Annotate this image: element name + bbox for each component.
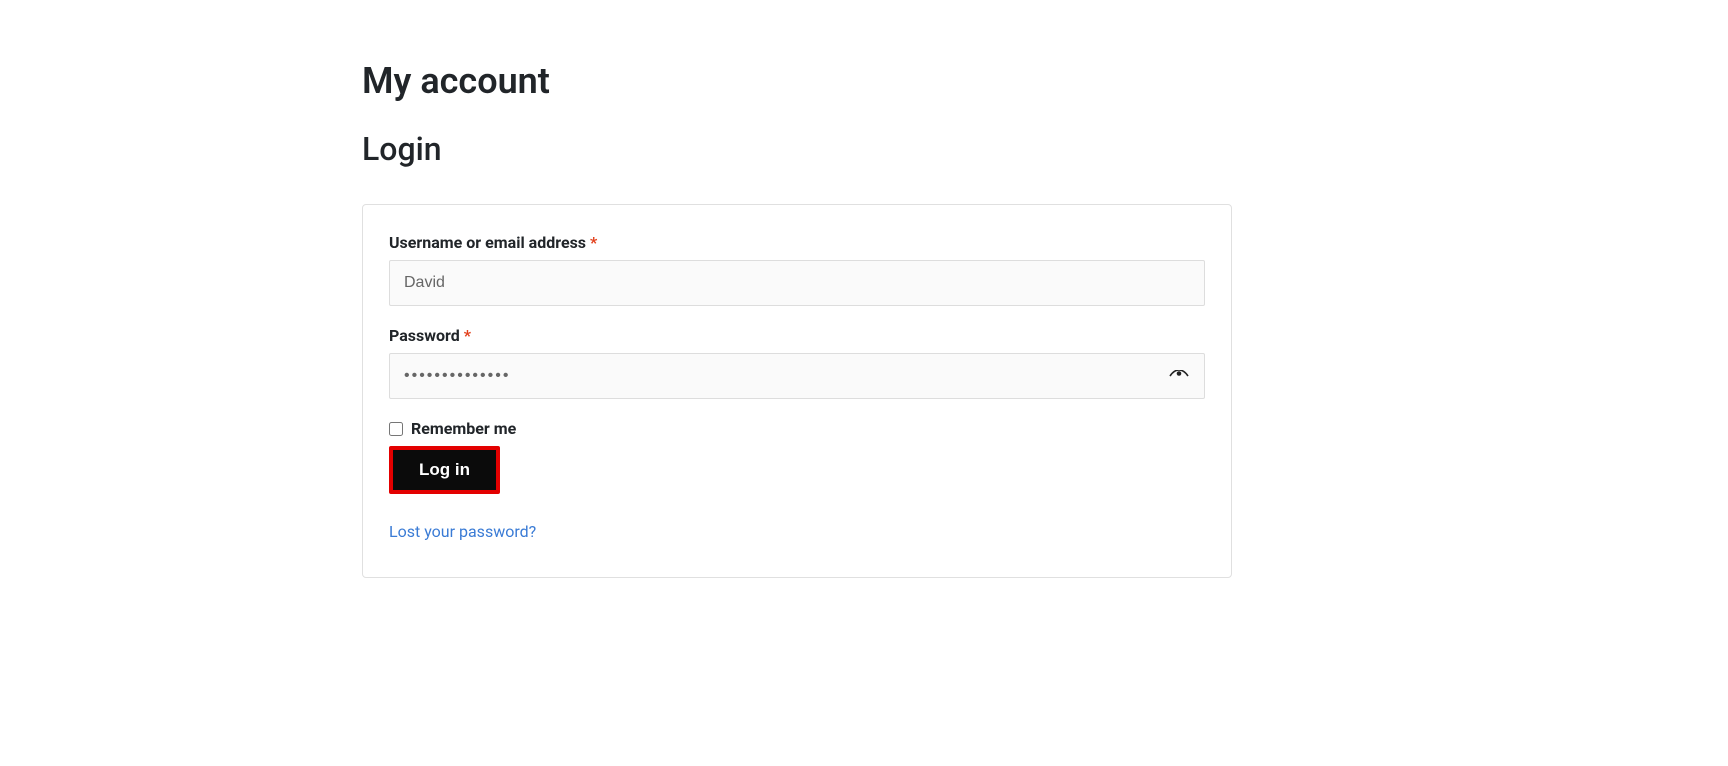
- password-label-text: Password: [389, 326, 460, 345]
- required-mark: *: [464, 326, 471, 345]
- password-input[interactable]: [389, 353, 1205, 399]
- login-button[interactable]: Log in: [389, 446, 500, 494]
- remember-me-checkbox[interactable]: [389, 422, 403, 436]
- toggle-password-visibility-button[interactable]: [1165, 366, 1193, 386]
- username-input[interactable]: [389, 260, 1205, 306]
- remember-row: Remember me: [389, 419, 1205, 438]
- login-form-box: Username or email address * Password *: [362, 204, 1232, 578]
- eye-icon: [1169, 370, 1189, 382]
- required-mark: *: [590, 233, 597, 252]
- username-row: Username or email address *: [389, 233, 1205, 306]
- remember-me-label: Remember me: [411, 419, 516, 438]
- lost-password-link[interactable]: Lost your password?: [389, 522, 1205, 541]
- page-title: My account: [362, 60, 1232, 102]
- login-container: My account Login Username or email addre…: [362, 0, 1232, 578]
- password-input-wrapper: [389, 353, 1205, 399]
- username-label: Username or email address *: [389, 233, 1205, 252]
- password-label: Password *: [389, 326, 1205, 345]
- password-row: Password *: [389, 326, 1205, 399]
- section-title: Login: [362, 130, 1232, 168]
- username-label-text: Username or email address: [389, 233, 586, 252]
